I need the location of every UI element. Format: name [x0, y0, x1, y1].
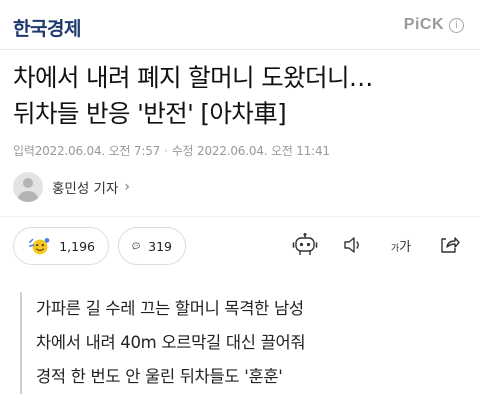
comment-count: 319 [148, 238, 172, 254]
modified-label: 수정 [171, 144, 194, 158]
summary-line: 경적 한 번도 안 울린 뒤차들도 '훈훈' [36, 367, 283, 386]
dateline-separator: · [164, 144, 168, 158]
pick-badge[interactable]: PiCK i [404, 16, 464, 34]
audio-speaker-icon [344, 237, 359, 253]
article-title-line: 차에서 내려 폐지 할머니 도왔더니… [13, 63, 373, 92]
reporter-link[interactable]: 홍민성 기자 › [13, 172, 130, 202]
share-button[interactable] [436, 231, 462, 259]
pick-label: PiCK [403, 16, 444, 33]
info-icon[interactable]: i [449, 17, 464, 33]
modified-date: 2022.06.04. 오전 11:41 [197, 144, 330, 158]
chevron-right-icon: › [124, 179, 131, 195]
article-title-line: 뒤차들 반응 '반전' [아차車] [13, 99, 287, 128]
summary-bot-button[interactable] [292, 231, 318, 259]
comment-bubble-icon [132, 242, 140, 250]
summary-line: 차에서 내려 40m 오르막길 대신 끌어줘 [36, 333, 306, 352]
font-size-button[interactable]: 가가 [388, 231, 414, 259]
publisher-logo[interactable]: 한국경제 [13, 14, 81, 41]
share-icon [441, 237, 460, 253]
article-title: 차에서 내려 폐지 할머니 도왔더니… 뒤차들 반응 '반전' [아차車] [13, 60, 473, 132]
article-dateline: 입력2022.06.04. 오전 7:57 · 수정 2022.06.04. 오전 … [13, 142, 330, 159]
published-date: 2022.06.04. 오전 7:57 [34, 144, 161, 158]
text-to-speech-button[interactable] [340, 231, 366, 259]
reaction-emoji-icon [29, 238, 50, 255]
font-size-icon: 가가 [390, 239, 412, 255]
published-label: 입력 [13, 144, 35, 158]
summary-line: 가파른 길 수레 끄는 할머니 목격한 남성 [36, 299, 304, 318]
robot-summary-icon [292, 233, 318, 255]
article-toolbar: 가가 [292, 231, 462, 259]
reaction-count: 1,196 [59, 238, 95, 254]
avatar [13, 172, 43, 202]
top-bar: 한국경제 PiCK i [0, 0, 480, 50]
article-summary: 가파른 길 수레 끄는 할머니 목격한 남성 차에서 내려 40m 오르막길 대… [20, 292, 460, 394]
divider [0, 216, 480, 217]
comment-button[interactable]: 319 [118, 227, 186, 265]
reaction-button[interactable]: 1,196 [13, 227, 109, 265]
reporter-name: 홍민성 기자 [52, 181, 119, 197]
